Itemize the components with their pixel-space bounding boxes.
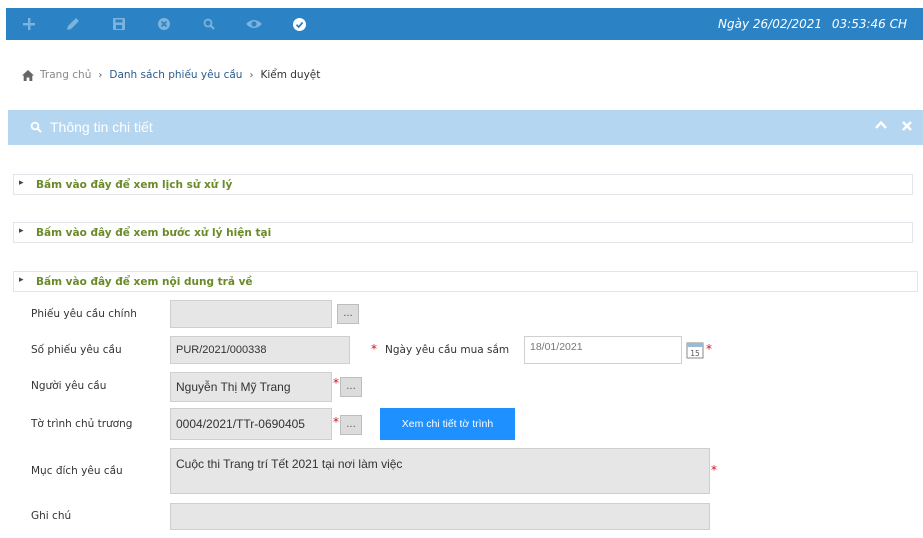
requester-field[interactable]: Nguyễn Thị Mỹ Trang [170,372,332,402]
datetime-display: Ngày 26/02/2021 03:53:46 CH [714,8,907,40]
save-icon[interactable] [104,8,134,40]
top-toolbar: Ngày 26/02/2021 03:53:46 CH [6,8,923,40]
requester-lookup-button[interactable]: ... [340,377,362,397]
request-no-label: Số phiếu yêu cầu [31,344,122,356]
proposal-field[interactable]: 0004/2021/TTr-0690405 [170,408,332,440]
chevron-right-icon: ▸ [19,178,24,188]
chevron-right-icon: ▸ [19,275,24,285]
purchase-date-label: Ngày yêu cầu mua sắm [385,344,510,356]
view-icon[interactable] [239,8,269,40]
panel-title: Thông tin chi tiết [50,119,153,135]
required-mark: * [333,415,339,429]
purpose-label: Mục đích yêu cầu [31,465,123,477]
note-label: Ghi chú [31,510,72,522]
required-mark: * [371,342,377,356]
search-icon [30,121,42,133]
request-no-field[interactable]: PUR/2021/000338 [170,336,350,364]
calendar-icon[interactable]: 15 [686,341,704,359]
chevron-right-icon: › [249,69,254,81]
chevron-right-icon: ▸ [19,226,24,236]
breadcrumb-current: Kiểm duyệt [260,69,321,81]
breadcrumb-list[interactable]: Danh sách phiếu yêu cầu [109,69,242,81]
date-label: Ngày 26/02/2021 [718,17,823,31]
required-mark: * [333,376,339,390]
requester-label: Người yêu cầu [31,380,107,392]
close-icon[interactable] [899,119,915,135]
section-current-step[interactable]: ▸ Bấm vào đây để xem bước xử lý hiện tại [13,222,913,243]
add-icon[interactable] [14,8,44,40]
section-history[interactable]: ▸ Bấm vào đây để xem lịch sử xử lý [13,174,913,195]
purpose-field[interactable]: Cuộc thi Trang trí Tết 2021 tại nơi làm … [170,448,710,494]
main-request-label: Phiếu yêu cầu chính [31,308,137,320]
section-history-label: Bấm vào đây để xem lịch sử xử lý [36,179,233,191]
view-proposal-button[interactable]: Xem chi tiết tờ trình [380,408,515,440]
detail-panel-header: Thông tin chi tiết [8,110,923,145]
proposal-label: Tờ trình chủ trương [31,418,133,430]
main-request-field[interactable] [170,300,332,328]
section-returned-content-label: Bấm vào đây để xem nội dung trả về [36,276,253,288]
purchase-date-field[interactable]: 18/01/2021 [524,336,682,364]
cancel-icon[interactable] [149,8,179,40]
section-current-step-label: Bấm vào đây để xem bước xử lý hiện tại [36,227,272,239]
calendar-day: 15 [690,349,700,358]
chevron-right-icon: › [98,69,103,81]
breadcrumb: Trang chủ › Danh sách phiếu yêu cầu › Ki… [22,68,320,82]
collapse-icon[interactable] [873,119,889,135]
main-request-lookup-button[interactable]: ... [337,304,359,324]
note-field[interactable] [170,503,710,530]
required-mark: * [706,342,712,356]
search-icon[interactable] [194,8,224,40]
breadcrumb-home[interactable]: Trang chủ [40,69,91,81]
required-mark: * [711,463,717,477]
home-icon[interactable] [22,69,34,81]
proposal-lookup-button[interactable]: ... [340,415,362,435]
edit-icon[interactable] [58,8,88,40]
time-label: 03:53:46 CH [831,17,907,31]
section-returned-content[interactable]: ▸ Bấm vào đây để xem nội dung trả về [13,271,918,292]
approve-icon[interactable] [284,8,314,40]
